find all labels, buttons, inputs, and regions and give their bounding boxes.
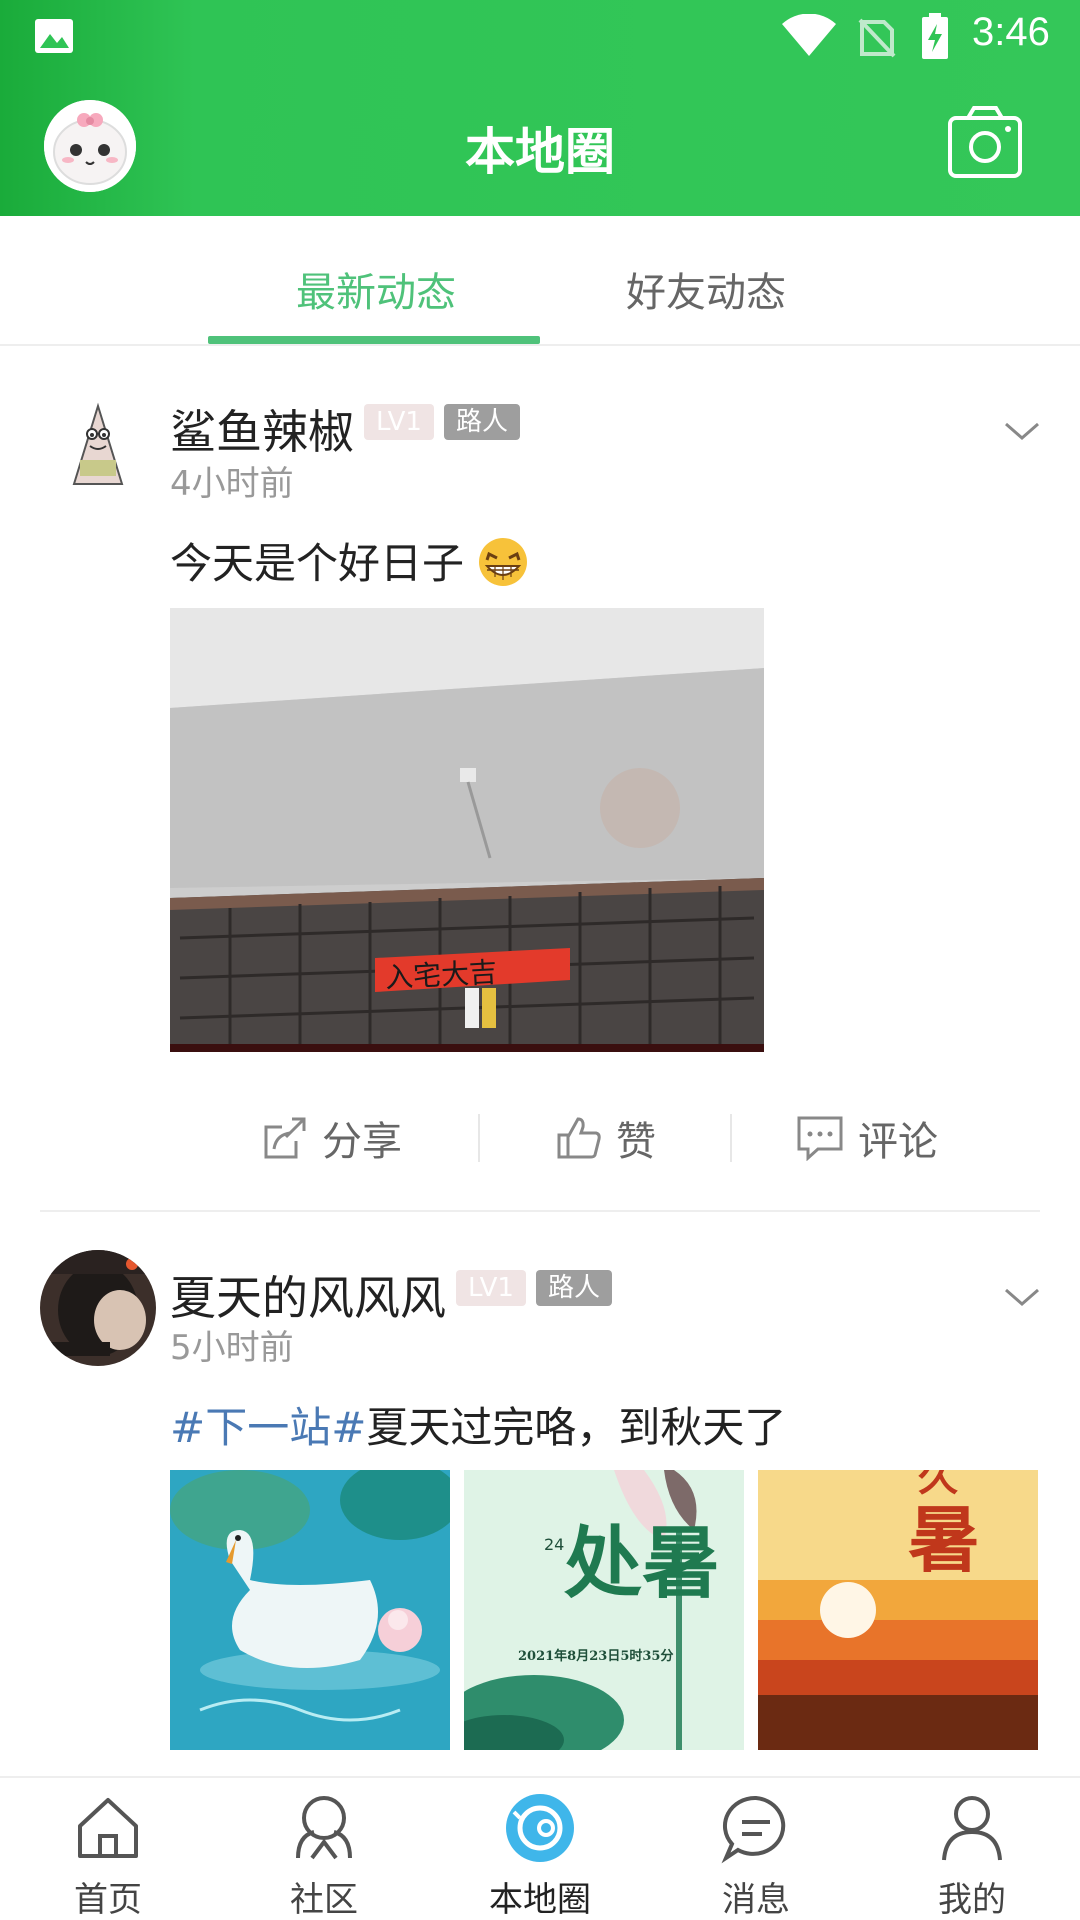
post-image[interactable]: 处暑 2021年8月23日5时35分 24 [464,1470,744,1750]
topic-tag[interactable]: #下一站# [170,1403,366,1452]
swan-illustration [170,1470,450,1750]
app-header: 3:46 本地圈 [0,0,1080,216]
home-icon [78,1798,138,1858]
community-icon [296,1796,352,1860]
active-tab-indicator [208,336,540,344]
poster-title: 处暑 [564,1518,720,1609]
local-circle-icon [506,1794,574,1862]
comment-icon [797,1116,843,1161]
nav-local-circle[interactable]: 本地圈 [432,1778,648,1920]
post-image[interactable]: 暑 久 [758,1470,1038,1750]
svg-text:24: 24 [544,1535,564,1554]
svg-text:久: 久 [918,1470,958,1500]
battery-charging-icon [922,13,948,59]
share-icon [264,1117,306,1159]
post-time: 5小时前 [170,1328,294,1368]
author-name[interactable]: 夏天的风风风 [170,1262,446,1328]
tab-friends[interactable]: 好友动态 [626,260,786,318]
thumbs-up-icon [557,1117,601,1159]
role-badge: 路人 [536,1270,613,1306]
action-separator [730,1114,732,1162]
no-sim-icon [858,18,896,58]
patrick-avatar-icon [40,388,156,504]
post-text: 今天是个好日子 [170,530,529,591]
like-label: 赞 [616,1119,656,1165]
post-text: #下一站#夏天过完咯，到秋天了 [170,1394,786,1455]
post-image[interactable] [170,1470,450,1750]
like-button[interactable]: 赞 [556,1090,656,1186]
nav-label: 我的 [938,1880,1006,1920]
nav-home[interactable]: 首页 [0,1778,216,1920]
nav-messages[interactable]: 消息 [648,1778,864,1920]
tab-latest[interactable]: 最新动态 [296,260,456,318]
nav-label: 本地圈 [489,1880,591,1920]
couplet-text: 入宅大吉 [384,956,498,995]
gallery-notification-icon [35,19,73,53]
poster-title: 暑 [908,1497,980,1582]
comment-button[interactable]: 评论 [796,1090,938,1186]
comment-label: 评论 [858,1119,938,1165]
post-actions: 分享 赞 评论 [170,1090,1050,1186]
status-bar: 3:46 [0,0,1080,78]
author-name[interactable]: 鲨鱼辣椒 [170,396,354,462]
nav-community[interactable]: 社区 [216,1778,432,1920]
doorway-photo: 入宅大吉 [170,608,764,1052]
camera-icon[interactable] [946,104,1024,182]
post-body: 今天是个好日子 [170,539,465,588]
profile-icon [942,1796,1002,1861]
poster-date: 2021年8月23日5时35分 [518,1648,673,1664]
action-separator [478,1114,480,1162]
feed-tabs: 最新动态 好友动态 [0,216,1080,346]
share-label: 分享 [322,1119,402,1165]
role-badge: 路人 [444,404,521,440]
nav-profile[interactable]: 我的 [864,1778,1080,1920]
nav-label: 消息 [722,1880,790,1920]
wifi-icon [782,14,836,56]
bottom-nav: 首页 社区 本地圈 消息 我的 [0,1776,1080,1920]
photo-avatar-icon [40,1250,156,1366]
clock: 3:46 [972,10,1050,54]
grinning-emoji-icon [479,538,528,586]
chushu-poster: 处暑 2021年8月23日5时35分 24 [464,1470,744,1750]
post-divider [40,1210,1040,1212]
page-title: 本地圈 [465,123,615,181]
post-body: 夏天过完咯，到秋天了 [366,1403,787,1452]
chevron-down-icon[interactable] [1002,1286,1042,1310]
post-image[interactable]: 入宅大吉 [170,608,764,1052]
message-icon [721,1795,786,1864]
author-avatar[interactable] [40,1250,156,1366]
nav-label: 首页 [74,1880,142,1920]
level-badge: LV1 [456,1270,526,1306]
post-time: 4小时前 [170,464,294,504]
sunset-poster: 暑 久 [758,1470,1038,1750]
nav-label: 社区 [290,1880,358,1920]
level-badge: LV1 [364,404,434,440]
chevron-down-icon[interactable] [1002,420,1042,444]
author-avatar[interactable] [40,388,156,504]
share-button[interactable]: 分享 [262,1090,402,1186]
